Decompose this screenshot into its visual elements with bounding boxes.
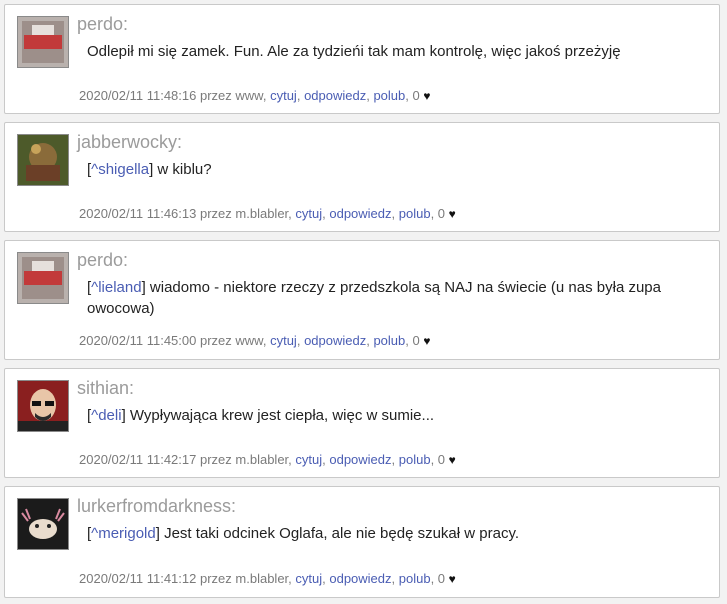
message-text: Odlepił mi się zamek. Fun. Ale za tydzie… xyxy=(87,43,621,60)
post: perdo: [^lieland] wiadomo - niektore rze… xyxy=(4,240,720,360)
timestamp: 2020/02/11 11:41:12 xyxy=(79,571,197,586)
reply-to-link[interactable]: ^merigold xyxy=(91,525,156,542)
username[interactable]: www xyxy=(235,88,262,103)
like-count: 0 xyxy=(412,333,420,348)
by-label: przez xyxy=(199,571,232,586)
username[interactable]: m.blabler xyxy=(235,571,288,586)
post-meta: 2020/02/11 11:45:00 przez www, cytuj, od… xyxy=(79,333,431,348)
reply-to-link[interactable]: ^deli xyxy=(91,407,121,424)
post-meta: 2020/02/11 11:41:12 przez m.blabler, cyt… xyxy=(79,571,456,586)
quote-link[interactable]: cytuj xyxy=(295,452,322,467)
post-text: [^shigella] w kiblu? xyxy=(87,161,212,178)
reply-link[interactable]: odpowiedz xyxy=(329,571,391,586)
post-text: [^deli] Wypływająca krew jest ciepła, wi… xyxy=(87,407,435,424)
quote-link[interactable]: cytuj xyxy=(295,206,322,221)
by-label: przez xyxy=(199,206,232,221)
reply-link[interactable]: odpowiedz xyxy=(304,88,366,103)
avatar[interactable] xyxy=(17,498,69,550)
by-label: przez xyxy=(199,452,232,467)
timestamp: 2020/02/11 11:48:16 xyxy=(79,88,197,103)
reply-to-link[interactable]: ^lieland xyxy=(91,279,141,296)
reply-link[interactable]: odpowiedz xyxy=(304,333,366,348)
quote-link[interactable]: cytuj xyxy=(295,571,322,586)
post-text: [^merigold] Jest taki odcinek Oglafa, al… xyxy=(87,525,520,542)
like-count: 0 xyxy=(437,206,446,221)
post-meta: 2020/02/11 11:42:17 przez m.blabler, cyt… xyxy=(79,452,456,467)
author-name[interactable]: lurkerfromdarkness: xyxy=(77,496,236,517)
author-name[interactable]: perdo: xyxy=(77,250,128,271)
by-label: przez xyxy=(199,333,232,348)
author-name[interactable]: jabberwocky: xyxy=(77,132,182,153)
author-name[interactable]: sithian: xyxy=(77,378,134,399)
like-link[interactable]: polub xyxy=(399,206,431,221)
avatar[interactable] xyxy=(17,380,69,432)
like-link[interactable]: polub xyxy=(399,571,431,586)
by-label: przez xyxy=(199,88,232,103)
heart-icon: ♥ xyxy=(423,334,431,348)
post-text: Odlepił mi się zamek. Fun. Ale za tydzie… xyxy=(87,41,697,62)
timestamp: 2020/02/11 11:45:00 xyxy=(79,333,197,348)
heart-icon: ♥ xyxy=(448,453,456,467)
author-name[interactable]: perdo: xyxy=(77,14,128,35)
message-text: Jest taki odcinek Oglafa, ale nie będę s… xyxy=(164,525,520,542)
like-count: 0 xyxy=(412,88,420,103)
avatar[interactable] xyxy=(17,134,69,186)
message-text: w kiblu? xyxy=(157,161,212,178)
avatar[interactable] xyxy=(17,252,69,304)
heart-icon: ♥ xyxy=(448,207,456,221)
reply-link[interactable]: odpowiedz xyxy=(329,452,391,467)
post-meta: 2020/02/11 11:48:16 przez www, cytuj, od… xyxy=(79,88,431,103)
reply-link[interactable]: odpowiedz xyxy=(329,206,391,221)
heart-icon: ♥ xyxy=(423,89,431,103)
quote-link[interactable]: cytuj xyxy=(270,88,297,103)
message-text: Wypływająca krew jest ciepła, więc w sum… xyxy=(129,407,435,424)
post-text: [^lieland] wiadomo - niektore rzeczy z p… xyxy=(87,279,661,317)
like-link[interactable]: polub xyxy=(399,452,431,467)
heart-icon: ♥ xyxy=(448,572,456,586)
quote-link[interactable]: cytuj xyxy=(270,333,297,348)
like-link[interactable]: polub xyxy=(373,88,405,103)
like-link[interactable]: polub xyxy=(373,333,405,348)
like-count: 0 xyxy=(437,452,446,467)
post: jabberwocky: [^shigella] w kiblu? 2020/0… xyxy=(4,122,720,232)
post: perdo: Odlepił mi się zamek. Fun. Ale za… xyxy=(4,4,720,114)
post-meta: 2020/02/11 11:46:13 przez m.blabler, cyt… xyxy=(79,206,456,221)
post: sithian: [^deli] Wypływająca krew jest c… xyxy=(4,368,720,478)
username[interactable]: www xyxy=(235,333,262,348)
reply-to-link[interactable]: ^shigella xyxy=(91,161,149,178)
avatar[interactable] xyxy=(17,16,69,68)
message-text: wiadomo - niektore rzeczy z przedszkola … xyxy=(87,279,661,317)
username[interactable]: m.blabler xyxy=(235,452,288,467)
post: lurkerfromdarkness: [^merigold] Jest tak… xyxy=(4,486,720,598)
username[interactable]: m.blabler xyxy=(235,206,288,221)
timestamp: 2020/02/11 11:46:13 xyxy=(79,206,197,221)
like-count: 0 xyxy=(437,571,446,586)
timestamp: 2020/02/11 11:42:17 xyxy=(79,452,197,467)
